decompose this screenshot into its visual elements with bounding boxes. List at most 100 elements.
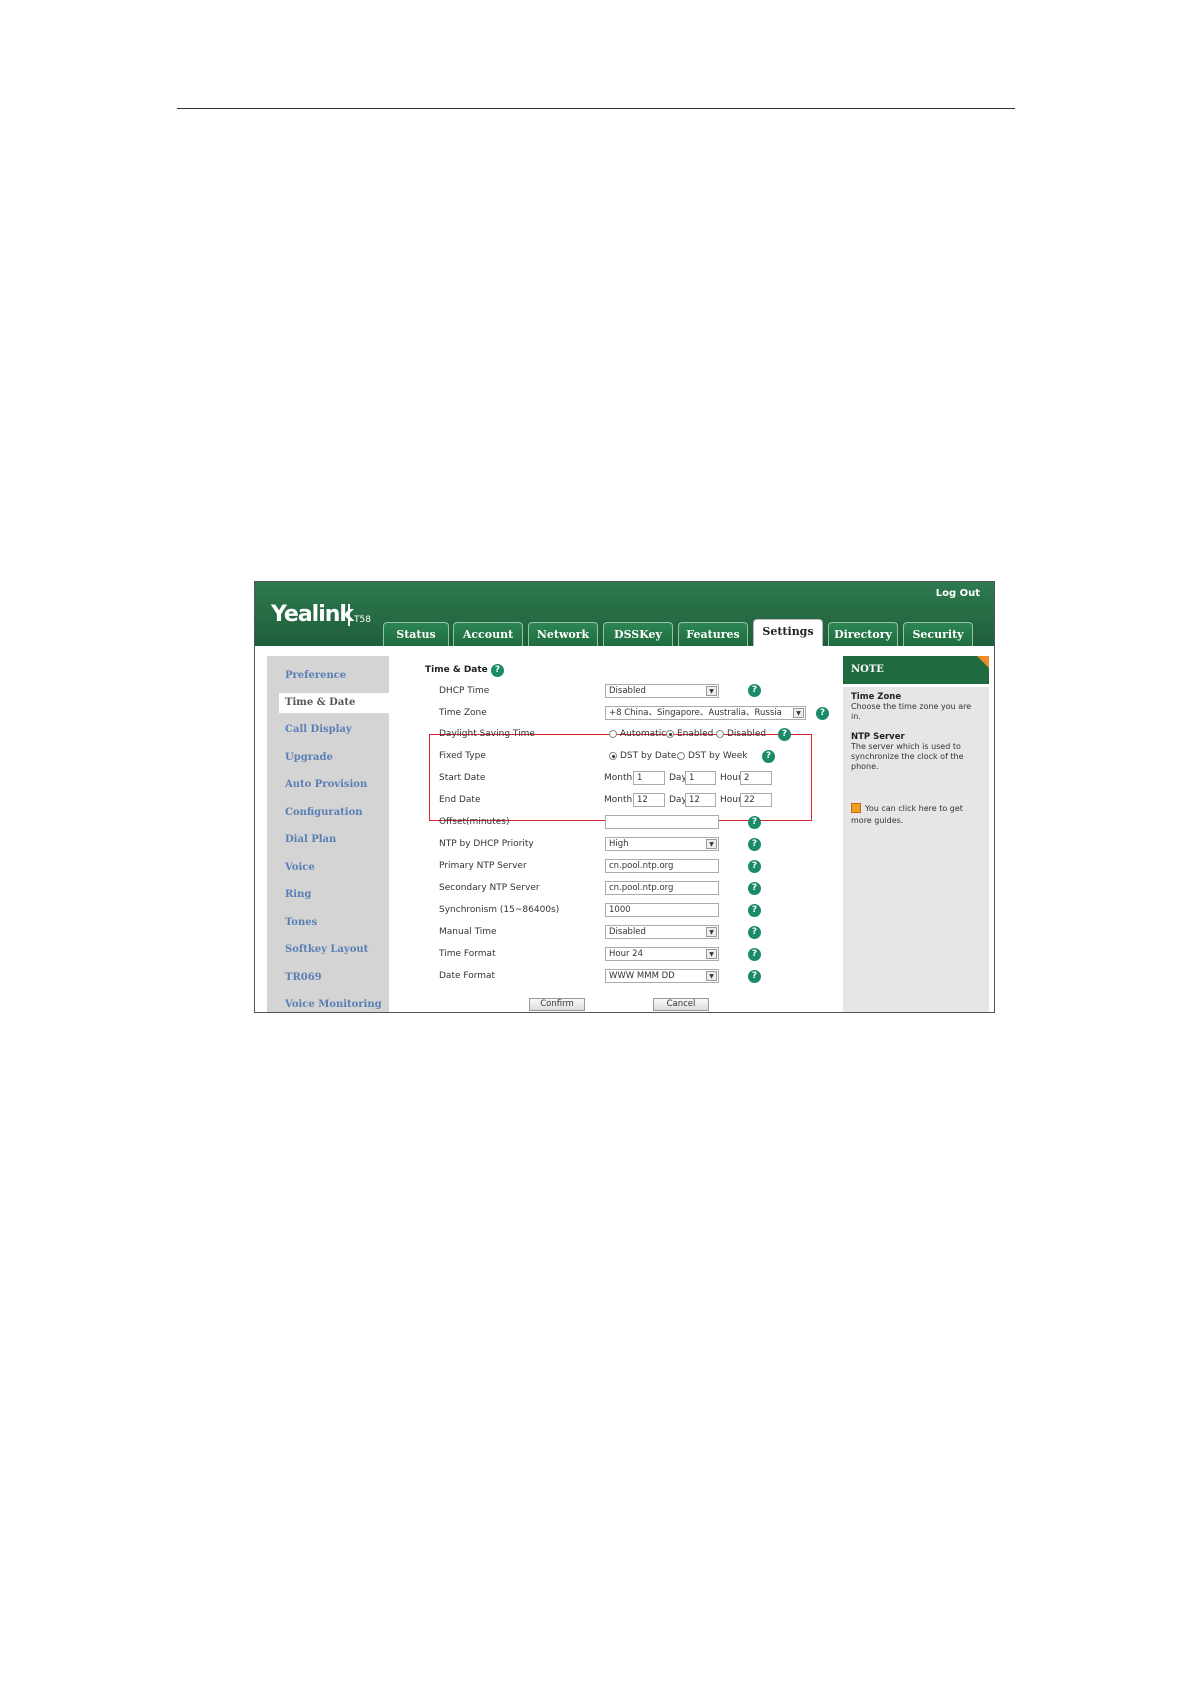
start-month-input[interactable]: 1 (633, 771, 665, 785)
logout-link[interactable]: Log Out (936, 588, 980, 599)
end-date-label: End Date (439, 795, 481, 805)
cancel-button[interactable]: Cancel (653, 998, 709, 1011)
dst-automatic-radio[interactable] (609, 730, 617, 738)
help-icon[interactable]: ? (748, 948, 761, 961)
note-ntp-title: NTP Server (851, 732, 905, 742)
start-hour-input[interactable]: 2 (740, 771, 772, 785)
help-icon[interactable]: ? (748, 882, 761, 895)
dhcp-time-select[interactable]: Disabled ▼ (605, 684, 719, 698)
help-icon[interactable]: ? (748, 816, 761, 829)
sidebar-item-tr069[interactable]: TR069 (285, 972, 322, 983)
sidebar-item-tones[interactable]: Tones (285, 917, 317, 928)
ntp-dhcp-priority-value: High (609, 839, 629, 849)
start-day-input[interactable]: 1 (685, 771, 716, 785)
manual-time-label: Manual Time (439, 927, 497, 937)
tab-features[interactable]: Features (678, 622, 748, 646)
tab-dsskey[interactable]: DSSKey (603, 622, 673, 646)
help-icon[interactable]: ? (748, 838, 761, 851)
ntp-dhcp-priority-label: NTP by DHCP Priority (439, 839, 534, 849)
time-format-select[interactable]: Hour 24 ▼ (605, 947, 719, 961)
date-format-select[interactable]: WWW MMM DD ▼ (605, 969, 719, 983)
sidebar-item-voice-monitoring[interactable]: Voice Monitoring (285, 999, 382, 1010)
help-icon[interactable]: ? (491, 664, 504, 677)
tab-directory[interactable]: Directory (828, 622, 898, 646)
tab-security[interactable]: Security (903, 622, 973, 646)
end-day-input[interactable]: 12 (685, 793, 716, 807)
dhcp-time-value: Disabled (609, 686, 646, 696)
sidebar-item-preference[interactable]: Preference (285, 670, 346, 681)
sidebar-item-voice[interactable]: Voice (285, 862, 315, 873)
sidebar-item-configuration[interactable]: Configuration (285, 807, 363, 818)
note-divider (843, 684, 989, 687)
start-hour-label: Hour (720, 773, 742, 783)
top-header: Yealink T58 Log Out Status Account Netwo… (255, 582, 994, 646)
dst-label: Daylight Saving Time (439, 729, 535, 739)
start-date-label: Start Date (439, 773, 486, 783)
sidebar-item-call-display[interactable]: Call Display (285, 724, 352, 735)
note-heading: NOTE (843, 656, 989, 684)
logo-divider (348, 604, 350, 626)
help-icon[interactable]: ? (816, 707, 829, 720)
tab-account[interactable]: Account (453, 622, 523, 646)
end-month-label: Month (604, 795, 633, 805)
web-ui-screenshot: Yealink T58 Log Out Status Account Netwo… (254, 581, 995, 1013)
offset-label: Offset(minutes) (439, 817, 510, 827)
dst-enabled-radio[interactable] (666, 730, 674, 738)
sidebar-item-upgrade[interactable]: Upgrade (285, 752, 333, 763)
section-title: Time & Date (425, 665, 488, 675)
date-format-label: Date Format (439, 971, 496, 981)
tab-network[interactable]: Network (528, 622, 598, 646)
sidebar-item-dial-plan[interactable]: Dial Plan (285, 834, 336, 845)
tab-settings[interactable]: Settings (753, 619, 823, 646)
chevron-down-icon: ▼ (706, 927, 717, 937)
sidebar-item-auto-provision[interactable]: Auto Provision (285, 779, 367, 790)
date-format-value: WWW MMM DD (609, 971, 675, 981)
end-hour-input[interactable]: 22 (740, 793, 772, 807)
dst-by-date-radio[interactable] (609, 752, 617, 760)
dst-enabled-text: Enabled (677, 729, 714, 739)
note-panel: NOTE Time Zone Choose the time zone you … (843, 656, 989, 1012)
start-month-label: Month (604, 773, 633, 783)
model-label: T58 (354, 615, 371, 625)
tab-status[interactable]: Status (383, 622, 449, 646)
dst-disabled-radio[interactable] (716, 730, 724, 738)
time-zone-value: +8 China、Singapore、Australia、Russia (609, 708, 782, 718)
note-corner-icon (977, 656, 989, 668)
primary-ntp-input[interactable]: cn.pool.ntp.org (605, 859, 719, 873)
help-icon[interactable]: ? (748, 904, 761, 917)
manual-time-value: Disabled (609, 927, 646, 937)
help-icon[interactable]: ? (748, 926, 761, 939)
manual-time-select[interactable]: Disabled ▼ (605, 925, 719, 939)
synchronism-input[interactable]: 1000 (605, 903, 719, 917)
help-icon[interactable]: ? (748, 860, 761, 873)
dst-by-week-text: DST by Week (688, 751, 748, 761)
primary-ntp-label: Primary NTP Server (439, 861, 527, 871)
time-zone-label: Time Zone (439, 708, 487, 718)
help-icon[interactable]: ? (778, 728, 791, 741)
time-zone-select[interactable]: +8 China、Singapore、Australia、Russia ▼ (605, 706, 806, 720)
sidebar-item-softkey-layout[interactable]: Softkey Layout (285, 944, 368, 955)
settings-sidebar: Preference Time & Date Call Display Upgr… (267, 656, 396, 1012)
ntp-dhcp-priority-select[interactable]: High ▼ (605, 837, 719, 851)
offset-input[interactable] (605, 815, 719, 829)
chevron-down-icon: ▼ (706, 686, 717, 696)
dhcp-time-label: DHCP Time (439, 686, 490, 696)
yealink-logo: Yealink (271, 602, 354, 627)
help-icon[interactable]: ? (762, 750, 775, 763)
sidebar-item-time-date[interactable]: Time & Date (279, 693, 396, 713)
sidebar-item-ring[interactable]: Ring (285, 889, 311, 900)
chevron-down-icon: ▼ (706, 971, 717, 981)
note-time-zone-text: Choose the time zone you are in. (851, 702, 972, 721)
help-icon[interactable]: ? (748, 684, 761, 697)
help-icon[interactable]: ? (748, 970, 761, 983)
dst-automatic-text: Automatic (620, 729, 667, 739)
dst-by-week-radio[interactable] (677, 752, 685, 760)
chevron-down-icon: ▼ (706, 839, 717, 849)
fixed-type-label: Fixed Type (439, 751, 486, 761)
guide-link[interactable]: You can click here to get more guides. (851, 803, 981, 827)
secondary-ntp-label: Secondary NTP Server (439, 883, 540, 893)
confirm-button[interactable]: Confirm (529, 998, 585, 1011)
secondary-ntp-input[interactable]: cn.pool.ntp.org (605, 881, 719, 895)
dst-by-date-text: DST by Date (620, 751, 677, 761)
end-month-input[interactable]: 12 (633, 793, 665, 807)
